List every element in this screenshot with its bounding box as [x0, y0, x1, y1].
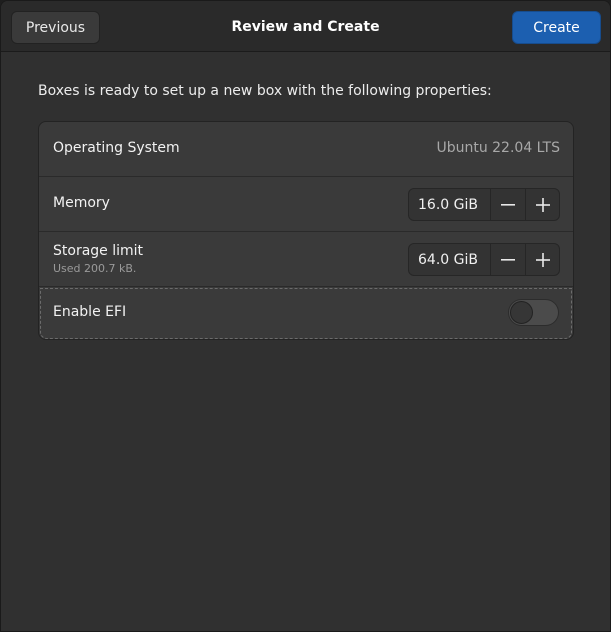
efi-row[interactable]: Enable EFI — [39, 287, 573, 339]
memory-row: Memory 16.0 GiB — [39, 177, 573, 232]
memory-spinbutton[interactable]: 16.0 GiB — [408, 188, 560, 221]
os-label: Operating System — [53, 140, 180, 156]
storage-label: Storage limit — [53, 243, 144, 259]
plus-icon — [535, 197, 550, 212]
storage-decrement-button[interactable] — [491, 244, 525, 275]
storage-increment-button[interactable] — [525, 244, 559, 275]
storage-row: Storage limit Used 200.7 kB. 64.0 GiB — [39, 232, 573, 287]
storage-spinbutton[interactable]: 64.0 GiB — [408, 243, 560, 276]
memory-increment-button[interactable] — [525, 189, 559, 220]
minus-icon — [501, 203, 516, 206]
memory-decrement-button[interactable] — [491, 189, 525, 220]
os-row: Operating System Ubuntu 22.04 LTS — [39, 122, 573, 177]
previous-button[interactable]: Previous — [11, 11, 100, 44]
header-bar: Previous Review and Create Create — [1, 1, 610, 52]
memory-value[interactable]: 16.0 GiB — [409, 189, 492, 220]
storage-value[interactable]: 64.0 GiB — [409, 244, 492, 275]
os-value: Ubuntu 22.04 LTS — [436, 140, 560, 156]
switch-knob — [510, 301, 533, 324]
memory-label: Memory — [53, 195, 110, 211]
efi-toggle-switch[interactable] — [508, 299, 559, 326]
properties-list: Operating System Ubuntu 22.04 LTS Memory… — [38, 121, 574, 340]
minus-icon — [501, 258, 516, 261]
plus-icon — [535, 252, 550, 267]
storage-used-label: Used 200.7 kB. — [53, 262, 137, 275]
app-window: Previous Review and Create Create Boxes … — [0, 0, 611, 632]
intro-text: Boxes is ready to set up a new box with … — [38, 83, 492, 99]
efi-label: Enable EFI — [53, 304, 127, 320]
create-button[interactable]: Create — [512, 11, 601, 44]
